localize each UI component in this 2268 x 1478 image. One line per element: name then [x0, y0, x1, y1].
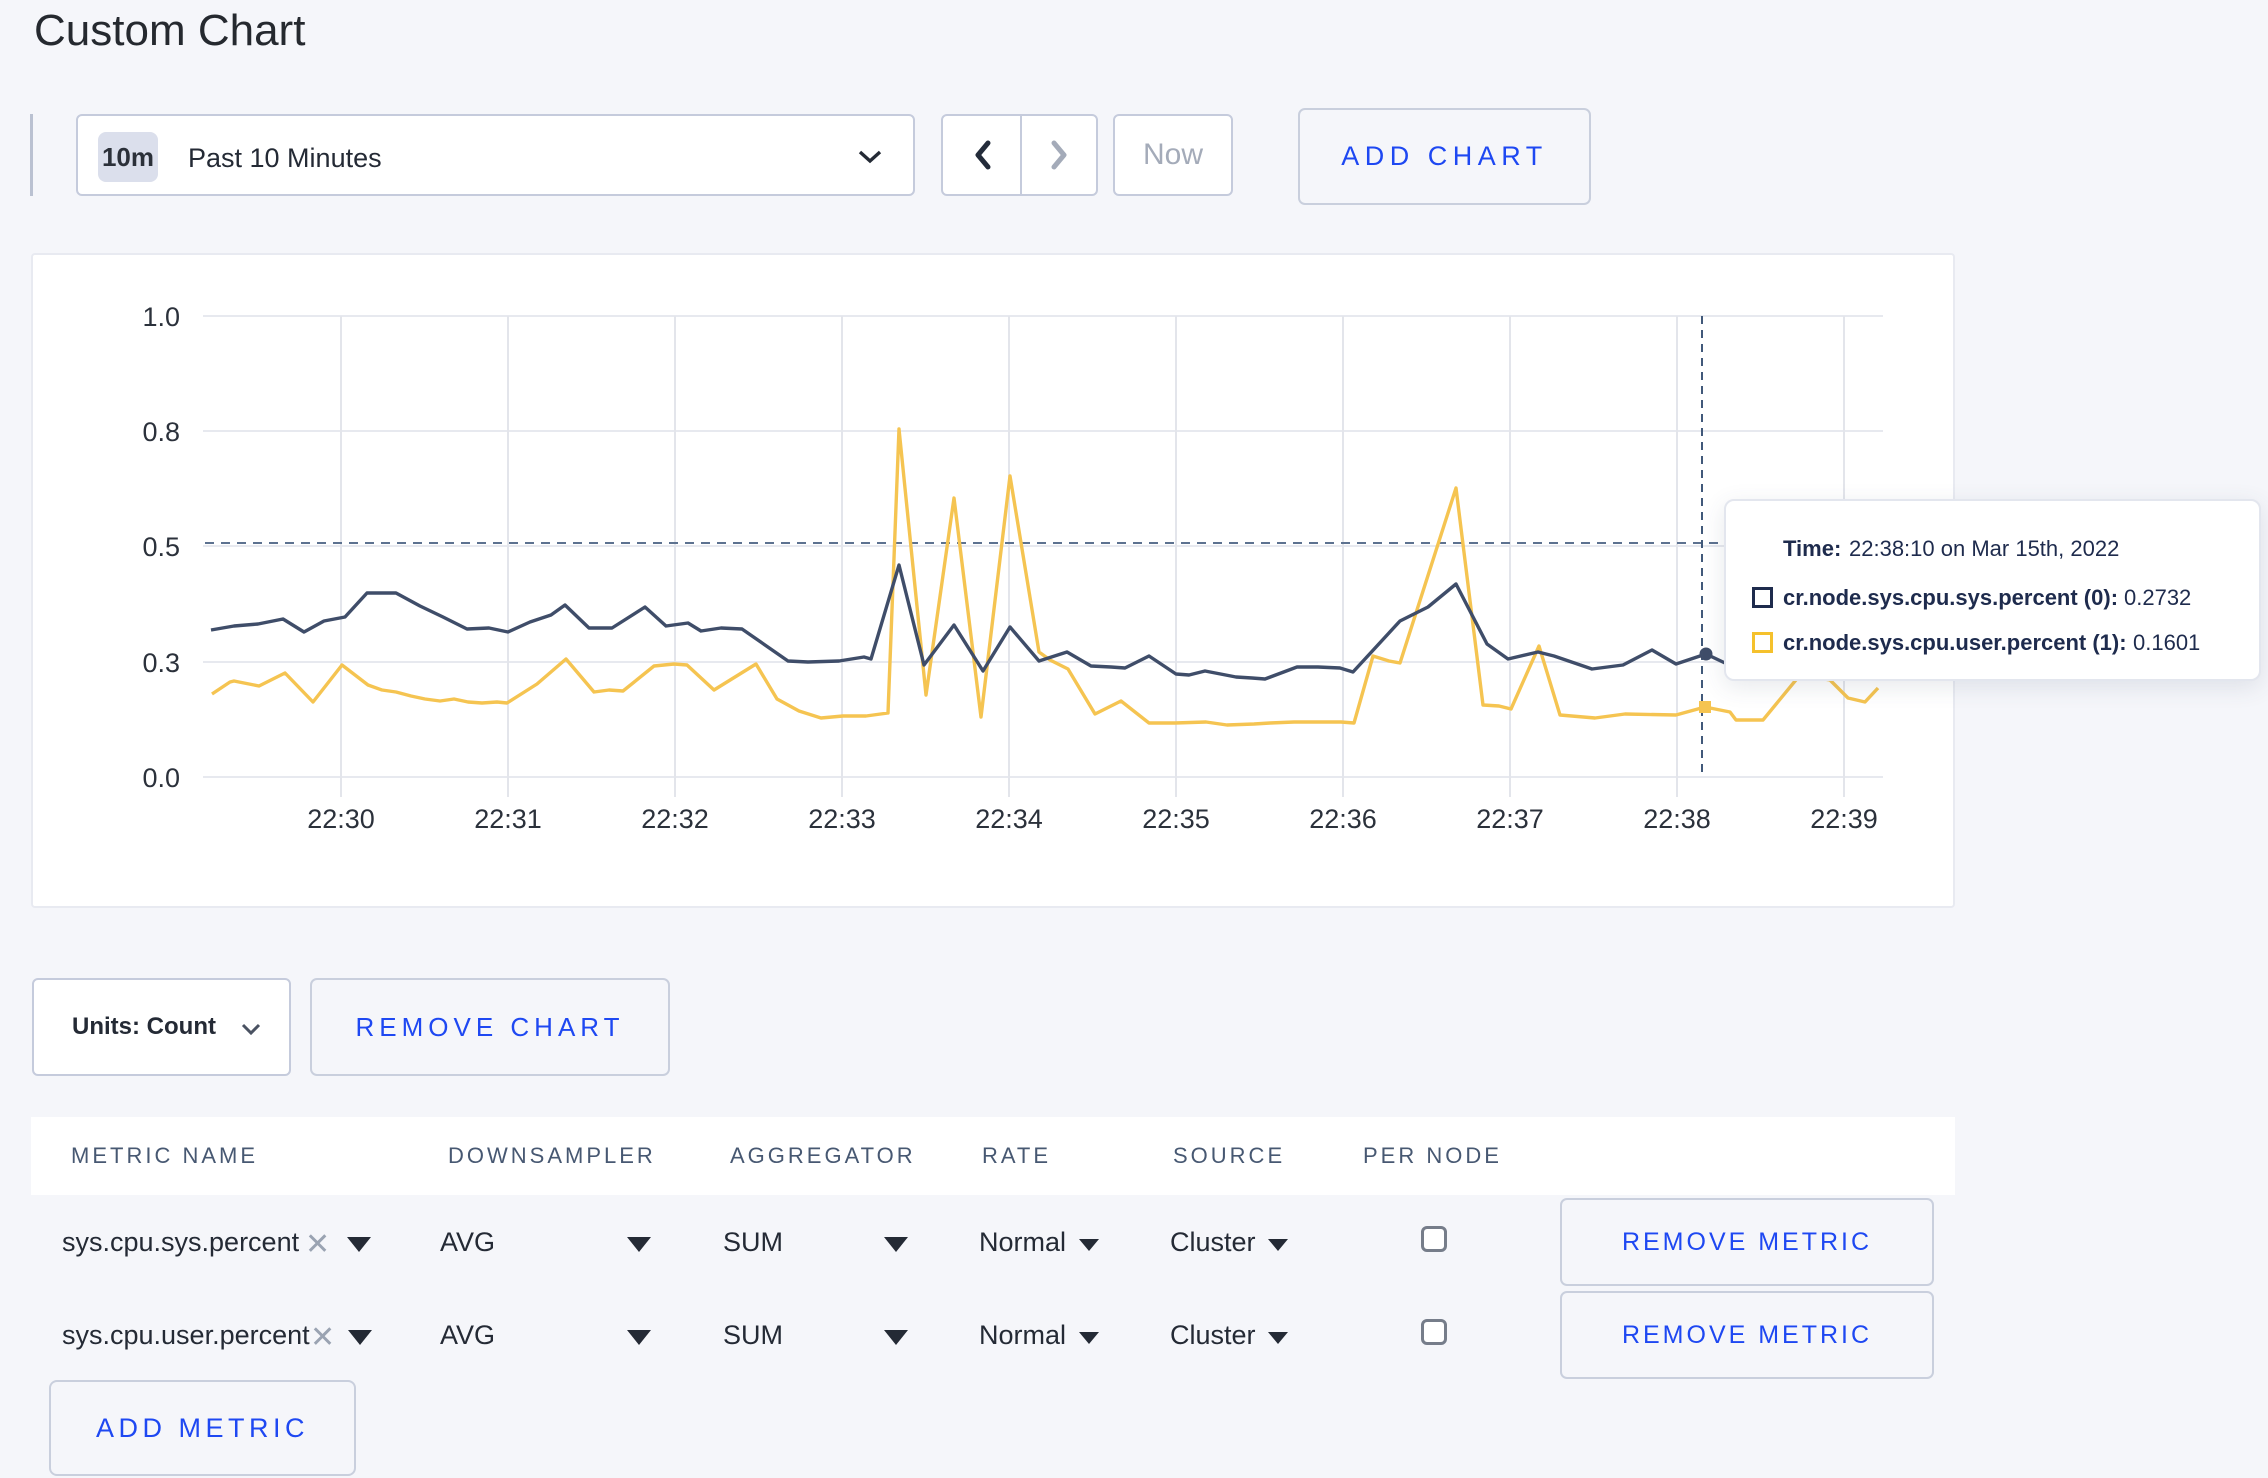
svg-text:22:33: 22:33 — [808, 804, 876, 834]
svg-text:0.8: 0.8 — [142, 417, 180, 447]
svg-text:22:31: 22:31 — [474, 804, 542, 834]
svg-text:22:32: 22:32 — [641, 804, 709, 834]
svg-text:22:38: 22:38 — [1643, 804, 1711, 834]
svg-text:22:30: 22:30 — [307, 804, 375, 834]
svg-text:22:35: 22:35 — [1142, 804, 1210, 834]
svg-text:22:36: 22:36 — [1309, 804, 1377, 834]
svg-text:22:39: 22:39 — [1810, 804, 1878, 834]
svg-text:22:37: 22:37 — [1476, 804, 1544, 834]
svg-text:22:34: 22:34 — [975, 804, 1043, 834]
svg-text:1.0: 1.0 — [142, 302, 180, 332]
svg-text:0.3: 0.3 — [142, 648, 180, 678]
svg-text:0.0: 0.0 — [142, 763, 180, 793]
svg-text:0.5: 0.5 — [142, 532, 180, 562]
